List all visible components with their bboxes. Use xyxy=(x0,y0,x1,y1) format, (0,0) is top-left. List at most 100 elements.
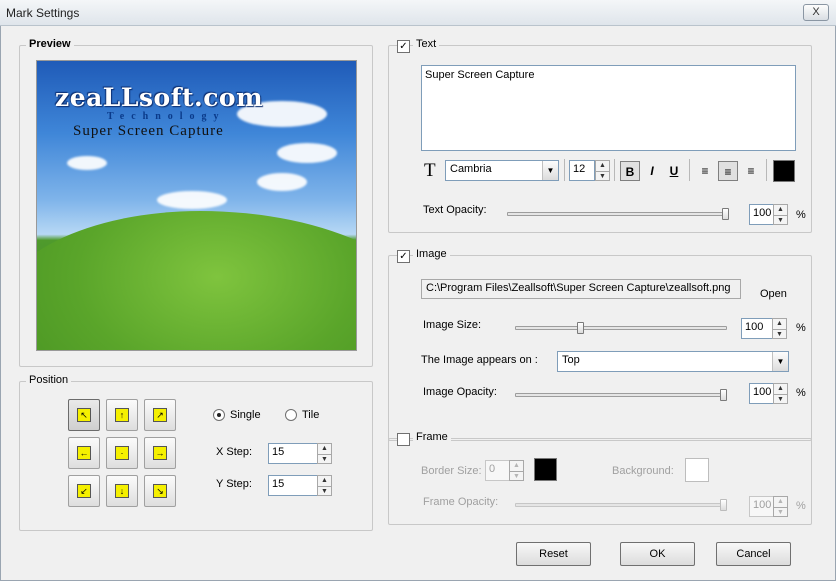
spin-down-icon[interactable]: ▼ xyxy=(774,393,787,404)
spin-up-icon[interactable]: ▲ xyxy=(318,476,331,486)
tile-radio[interactable] xyxy=(285,409,297,421)
spin-down-icon[interactable]: ▼ xyxy=(774,214,787,225)
single-radio[interactable] xyxy=(213,409,225,421)
spin-down-icon[interactable]: ▼ xyxy=(596,170,609,181)
image-size-spinner[interactable]: ▲ ▼ xyxy=(772,318,787,339)
italic-button[interactable]: I xyxy=(642,161,662,181)
border-color-swatch[interactable] xyxy=(534,458,557,481)
percent-sign: % xyxy=(796,209,806,221)
position-label: Position xyxy=(26,374,72,386)
spin-down-icon[interactable]: ▼ xyxy=(773,328,786,339)
spin-up-icon[interactable]: ▲ xyxy=(774,497,787,507)
position-button[interactable]: ↓ xyxy=(106,475,138,507)
reset-button[interactable]: Reset xyxy=(516,542,591,566)
toolbar-separator xyxy=(564,159,565,181)
align-left-icon[interactable]: ≡ xyxy=(695,161,715,181)
spin-up-icon[interactable]: ▲ xyxy=(510,461,523,471)
center-dot-icon: · xyxy=(115,446,129,460)
close-button[interactable]: X xyxy=(803,4,829,21)
image-opacity-spinner[interactable]: ▲ ▼ xyxy=(773,383,788,404)
image-appears-value: Top xyxy=(562,354,580,366)
frame-opacity-label: Frame Opacity: xyxy=(423,496,499,508)
font-icon: T xyxy=(424,160,436,181)
preview-group: Preview zeaLLsoft.com Technology Super S… xyxy=(19,38,373,367)
text-checkbox[interactable]: ✓ xyxy=(397,40,410,53)
spin-down-icon[interactable]: ▼ xyxy=(774,506,787,517)
image-section-label: Image xyxy=(413,248,450,260)
single-label: Single xyxy=(230,409,261,421)
position-button[interactable]: ↘ xyxy=(144,475,176,507)
chevron-down-icon[interactable]: ▼ xyxy=(772,352,788,371)
watermark-logo: zeaLLsoft.com xyxy=(55,83,264,112)
watermark-subtext: Technology xyxy=(107,111,226,122)
text-opacity-thumb[interactable] xyxy=(722,208,729,220)
font-name-select[interactable]: Cambria ▼ xyxy=(445,160,559,181)
text-opacity-input[interactable]: 100 xyxy=(749,204,774,225)
ystep-input[interactable]: 15 xyxy=(268,475,318,496)
position-button[interactable]: ↖ xyxy=(68,399,100,431)
spin-down-icon[interactable]: ▼ xyxy=(318,453,331,464)
spin-down-icon[interactable]: ▼ xyxy=(318,485,331,496)
image-size-thumb[interactable] xyxy=(576,322,584,334)
text-opacity-spinner[interactable]: ▲ ▼ xyxy=(773,204,788,225)
cloud xyxy=(157,191,227,209)
frame-opacity-thumb[interactable] xyxy=(720,499,727,511)
chevron-down-icon[interactable]: ▼ xyxy=(542,161,558,180)
tile-label: Tile xyxy=(302,409,320,421)
spin-up-icon[interactable]: ▲ xyxy=(318,444,331,454)
border-size-label: Border Size: xyxy=(421,465,482,477)
cancel-button[interactable]: Cancel xyxy=(716,542,791,566)
text-color-swatch[interactable] xyxy=(773,160,795,182)
image-opacity-thumb[interactable] xyxy=(720,389,727,401)
spin-down-icon[interactable]: ▼ xyxy=(510,470,523,481)
spin-up-icon[interactable]: ▲ xyxy=(596,161,609,171)
bold-button[interactable]: B xyxy=(620,161,640,181)
spin-up-icon[interactable]: ▲ xyxy=(773,319,786,329)
border-size-spinner[interactable]: ▲ ▼ xyxy=(509,460,524,481)
percent-sign: % xyxy=(796,500,806,512)
arrow-up-right-icon: ↗ xyxy=(153,408,167,422)
frame-section-label: Frame xyxy=(413,431,451,443)
ystep-spinner[interactable]: ▲ ▼ xyxy=(317,475,332,496)
frame-checkbox[interactable] xyxy=(397,433,410,446)
position-button[interactable]: ↑ xyxy=(106,399,138,431)
image-checkbox[interactable]: ✓ xyxy=(397,250,410,263)
image-opacity-input[interactable]: 100 xyxy=(749,383,774,404)
arrow-right-icon: → xyxy=(153,446,167,460)
xstep-input[interactable]: 15 xyxy=(268,443,318,464)
preview-image: zeaLLsoft.com Technology Super Screen Ca… xyxy=(36,60,357,351)
frame-opacity-input[interactable]: 100 xyxy=(749,496,774,517)
image-size-label: Image Size: xyxy=(423,319,482,331)
image-size-slider[interactable] xyxy=(515,326,727,330)
preview-label: Preview xyxy=(26,38,74,50)
frame-opacity-slider[interactable] xyxy=(515,503,727,507)
align-center-icon[interactable]: ≡ xyxy=(718,161,738,181)
frame-opacity-spinner[interactable]: ▲ ▼ xyxy=(773,496,788,517)
text-opacity-label: Text Opacity: xyxy=(423,204,487,216)
spin-up-icon[interactable]: ▲ xyxy=(774,384,787,394)
border-size-input[interactable]: 0 xyxy=(485,460,510,481)
font-size-spinner[interactable]: ▲ ▼ xyxy=(595,160,610,181)
position-button[interactable]: ↙ xyxy=(68,475,100,507)
spin-up-icon[interactable]: ▲ xyxy=(774,205,787,215)
arrow-up-icon: ↑ xyxy=(115,408,129,422)
cloud xyxy=(257,173,307,191)
font-size-input[interactable]: 12 xyxy=(569,160,595,181)
text-content-input[interactable]: Super Screen Capture xyxy=(421,65,796,151)
position-button[interactable]: ↗ xyxy=(144,399,176,431)
arrow-down-icon: ↓ xyxy=(115,484,129,498)
xstep-spinner[interactable]: ▲ ▼ xyxy=(317,443,332,464)
position-button[interactable]: · xyxy=(106,437,138,469)
underline-button[interactable]: U xyxy=(664,161,684,181)
text-opacity-slider[interactable] xyxy=(507,212,729,216)
ok-button[interactable]: OK xyxy=(620,542,695,566)
image-appears-select[interactable]: Top ▼ xyxy=(557,351,789,372)
position-button[interactable]: → xyxy=(144,437,176,469)
open-link[interactable]: Open xyxy=(760,288,787,300)
background-color-swatch[interactable] xyxy=(685,458,709,482)
position-button[interactable]: ← xyxy=(68,437,100,469)
green-hill xyxy=(37,211,356,350)
image-size-input[interactable]: 100 xyxy=(741,318,773,339)
align-right-icon[interactable]: ≡ xyxy=(741,161,761,181)
image-opacity-slider[interactable] xyxy=(515,393,727,397)
